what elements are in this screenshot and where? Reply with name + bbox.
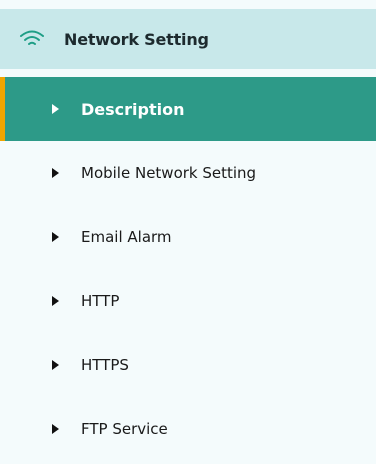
network-setting-title: Network Setting (64, 29, 209, 49)
caret-right-icon (52, 424, 59, 434)
menu-item-ftp-service[interactable]: FTP Service (0, 397, 376, 461)
menu-item-http[interactable]: HTTP (0, 269, 376, 333)
wifi-icon (18, 29, 46, 49)
menu-item-description[interactable]: Description (0, 77, 376, 141)
menu-item-mobile-network-setting[interactable]: Mobile Network Setting (0, 141, 376, 205)
menu-item-label: Description (81, 99, 185, 119)
menu-item-label: HTTPS (81, 356, 129, 374)
network-setting-sidebar: Network Setting Description Mobile Netwo… (0, 0, 376, 464)
caret-right-icon (52, 168, 59, 178)
menu-item-https[interactable]: HTTPS (0, 333, 376, 397)
caret-right-icon (52, 104, 59, 114)
menu-item-label: HTTP (81, 292, 120, 310)
caret-right-icon (52, 296, 59, 306)
menu-item-label: Mobile Network Setting (81, 164, 257, 182)
caret-right-icon (52, 360, 59, 370)
network-setting-menu: Description Mobile Network Setting Email… (0, 77, 376, 461)
menu-item-label: FTP Service (81, 420, 168, 438)
menu-item-label: Email Alarm (81, 228, 172, 246)
caret-right-icon (52, 232, 59, 242)
menu-item-email-alarm[interactable]: Email Alarm (0, 205, 376, 269)
network-setting-header[interactable]: Network Setting (0, 9, 376, 69)
